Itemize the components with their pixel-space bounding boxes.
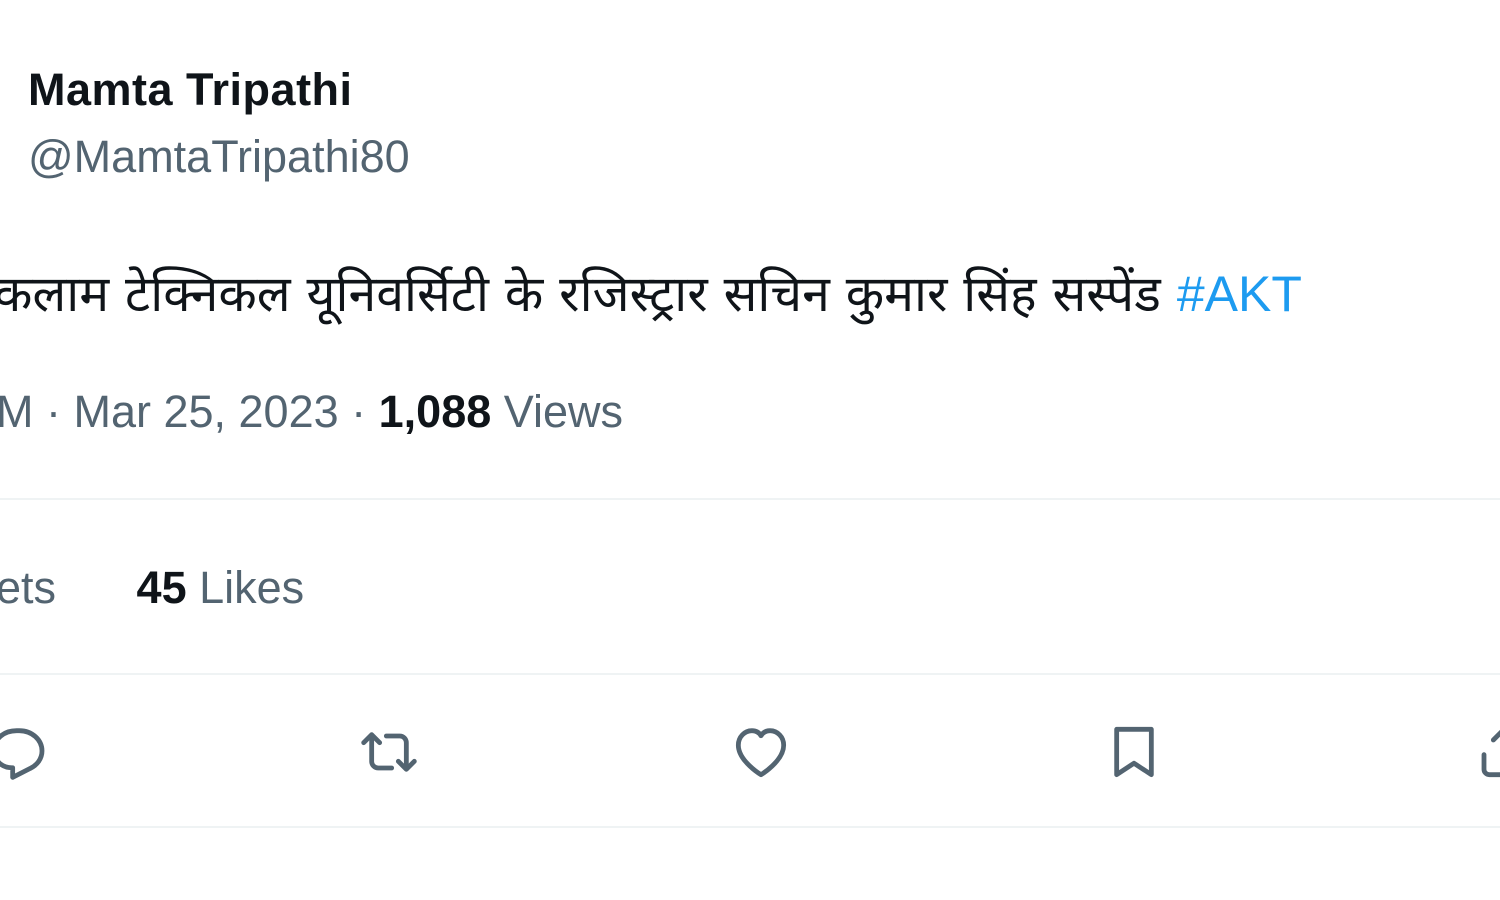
author-name[interactable]: Mamta Tripathi [28,64,353,116]
tweet-stats: ets 45 Likes [0,562,304,614]
views-label: Views [503,386,624,437]
views-count: 1,088 [378,386,492,437]
likes-count[interactable]: 45 [137,562,187,613]
likes-label[interactable]: Likes [199,562,304,613]
tweet-text: कलाम टेक्निकल यूनिवर्सिटी के रजिस्ट्रार … [0,265,1161,323]
like-icon[interactable] [729,720,793,784]
share-icon[interactable] [1472,720,1500,784]
bookmark-icon[interactable] [1102,720,1166,784]
hashtag-link[interactable]: #AKT [1177,266,1302,322]
divider [0,498,1500,500]
tweet-timestamp[interactable]: M · Mar 25, 2023 · [0,386,366,437]
retweets-label[interactable]: ets [0,562,56,613]
author-handle[interactable]: @MamtaTripathi80 [28,131,410,183]
divider [0,826,1500,828]
retweet-icon[interactable] [357,720,421,784]
divider [0,673,1500,675]
reply-icon[interactable] [0,720,50,784]
tweet-body: कलाम टेक्निकल यूनिवर्सिटी के रजिस्ट्रार … [0,258,1302,326]
tweet-meta: M · Mar 25, 2023 · 1,088 Views [0,386,623,438]
